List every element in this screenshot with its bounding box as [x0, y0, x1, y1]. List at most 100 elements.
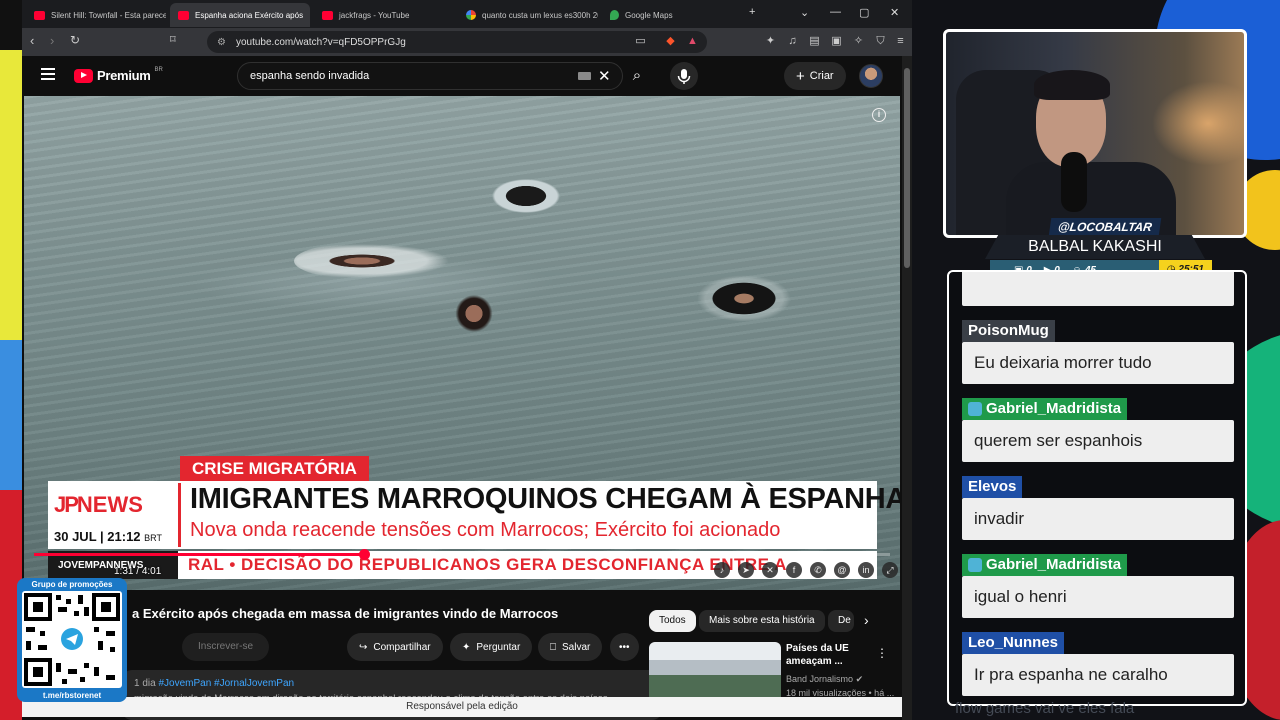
back-icon[interactable]: ‹	[30, 33, 34, 48]
video-title: a Exército após chegada em massa de imig…	[132, 606, 559, 621]
recommendation-channel: Band Jornalismo ✔	[786, 674, 864, 684]
brave-rewards-icon[interactable]: ▲	[686, 35, 699, 48]
x-icon[interactable]: ✕	[762, 562, 778, 578]
news-subheadline: Nova onda reacende tensões com Marrocos;…	[190, 519, 781, 541]
keyboard-icon[interactable]	[578, 72, 591, 80]
search-box: ✕	[237, 62, 623, 90]
avatar[interactable]	[859, 64, 883, 88]
swimmer	[689, 271, 799, 321]
chip-more-story[interactable]: Mais sobre esta história	[699, 610, 825, 632]
tab-espanha[interactable]: Espanha aciona Exército após ✕	[170, 3, 310, 27]
new-tab-icon[interactable]: +	[749, 6, 755, 18]
share-icon: ↪	[359, 641, 368, 653]
address-bar[interactable]: ⚙ youtube.com/watch?v=qFD5OPPrGJg	[207, 31, 707, 53]
youtube-icon	[178, 10, 189, 20]
wallet-icon[interactable]: ▣	[830, 35, 843, 48]
youtube-header: Premium BR ✕ ⌕ + Criar	[22, 56, 902, 96]
ask-button[interactable]: ✦ Perguntar	[450, 633, 533, 661]
news-lower-third: JP NEWS IMIGRANTES MARROQUINOS CHEGAM À …	[48, 481, 900, 549]
minimize-icon[interactable]: —	[830, 6, 841, 18]
bookmark-icon: ⎕	[550, 641, 556, 653]
more-icon: •••	[619, 641, 630, 653]
sidebar-icon[interactable]: ▤	[808, 35, 821, 48]
youtube-icon	[322, 10, 333, 20]
tab-jackfrags[interactable]: jackfrags - YouTube	[314, 3, 454, 27]
extensions-icon[interactable]: ✦	[764, 35, 777, 48]
chat-message: querem ser espanhois	[962, 420, 1234, 462]
info-icon[interactable]: i	[872, 108, 886, 122]
scrollbar-thumb[interactable]	[904, 68, 910, 268]
chat-username: PoisonMug	[962, 320, 1055, 342]
more-vert-icon[interactable]: ⋮	[876, 646, 888, 660]
news-headline: IMIGRANTES MARROQUINOS CHEGAM À ESPANHA	[190, 483, 900, 515]
chip-all[interactable]: Todos	[649, 610, 696, 632]
chat-background-text: flow games vai ve eles fala	[955, 700, 1135, 717]
swimmer	[449, 291, 499, 336]
telegram-icon[interactable]: ➤	[738, 562, 754, 578]
progress-bar[interactable]	[34, 549, 890, 560]
more-actions-button[interactable]: •••	[610, 633, 639, 661]
forward-icon[interactable]: ›	[50, 33, 54, 48]
plus-icon: +	[796, 67, 805, 85]
chat-message: invadir	[962, 498, 1234, 540]
video-player[interactable]: i CRISE MIGRATÓRIA JP NEWS IMIGRANTES MA…	[24, 96, 900, 590]
microphone-icon[interactable]	[670, 62, 698, 90]
category-tag: CRISE MIGRATÓRIA	[180, 456, 369, 481]
facebook-icon[interactable]: f	[786, 562, 802, 578]
create-button[interactable]: + Criar	[784, 62, 846, 90]
youtube-icon	[34, 10, 45, 20]
recommendation-title[interactable]: Países da UE ameaçam ...	[786, 642, 876, 668]
threads-icon[interactable]: @	[834, 562, 850, 578]
vpn-icon[interactable]: ⛉	[874, 35, 887, 48]
menu-icon[interactable]: ≡	[894, 35, 907, 48]
bookmark-icon[interactable]: ⌑	[170, 33, 176, 46]
webcam-feed	[943, 29, 1247, 238]
swimmer	[294, 241, 464, 281]
share-button[interactable]: ↪ Compartilhar	[347, 633, 443, 661]
edit-footer: Responsável pela edição	[22, 697, 902, 717]
close-icon[interactable]: ✕	[309, 10, 310, 21]
tab-silent-hill[interactable]: Silent Hill: Townfall - Esta parecendo	[26, 3, 166, 27]
tab-google-maps[interactable]: Google Maps	[602, 3, 742, 27]
sparkle-icon: ✦	[462, 641, 471, 653]
streamer-name: BALBAL KAKASHI	[985, 235, 1205, 259]
leo-icon[interactable]: ✧	[852, 35, 865, 48]
cast-icon[interactable]: ▭	[634, 35, 647, 48]
verified-badge-icon	[968, 402, 982, 416]
youtube-logo[interactable]: Premium BR	[74, 67, 163, 83]
tab-list-icon[interactable]: ⌄	[800, 6, 809, 19]
time-display: 1:31 / 4:01	[114, 566, 162, 577]
tiktok-icon[interactable]: ♪	[714, 562, 730, 578]
browser-toolbar: ‹ › ↻ ⌑ ⚙ youtube.com/watch?v=qFD5OPPrGJ…	[22, 28, 912, 56]
chat-message: igual o henri	[962, 576, 1234, 618]
brave-shield-icon[interactable]: ◆	[664, 35, 677, 48]
save-button[interactable]: ⎕ Salvar	[538, 633, 603, 661]
reload-icon[interactable]: ↻	[70, 33, 80, 47]
player-controls: ♪ ➤ ✕ f ✆ @ in ⤢	[714, 562, 898, 578]
chip-more[interactable]: De	[828, 610, 854, 632]
chevron-right-icon[interactable]: ›	[864, 612, 869, 628]
search-icon[interactable]: ⌕	[620, 62, 654, 90]
linkedin-icon[interactable]: in	[858, 562, 874, 578]
close-window-icon[interactable]: ✕	[890, 6, 899, 19]
youtube-play-icon	[74, 68, 93, 83]
progress-fill	[34, 553, 365, 556]
qr-code	[22, 591, 122, 688]
clear-search-icon[interactable]: ✕	[598, 67, 611, 85]
recommendation-thumbnail[interactable]	[649, 642, 781, 702]
tab-lexus[interactable]: quanto custa um lexus es300h 2020	[458, 3, 598, 27]
subscribe-button[interactable]: Inscrever-se	[182, 633, 270, 661]
chat-username: Gabriel_Madridista	[962, 398, 1128, 420]
ticker-text: RAL • DECISÃO DO REPUBLICANOS GERA DESCO…	[188, 555, 787, 574]
media-icon[interactable]: ♫	[786, 35, 799, 48]
news-datetime: 30 JUL | 21:12 BRT	[54, 529, 162, 544]
jp-news-logo: JP NEWS	[54, 492, 143, 517]
search-input[interactable]	[250, 70, 550, 82]
fullscreen-icon[interactable]: ⤢	[882, 562, 898, 578]
hamburger-menu-icon[interactable]	[41, 68, 55, 83]
whatsapp-icon[interactable]: ✆	[810, 562, 826, 578]
tab-strip: Silent Hill: Townfall - Esta parecendo E…	[22, 0, 912, 28]
scrollbar[interactable]	[902, 56, 912, 720]
site-settings-icon[interactable]: ⚙	[217, 37, 226, 48]
maximize-icon[interactable]: ▢	[859, 6, 869, 19]
